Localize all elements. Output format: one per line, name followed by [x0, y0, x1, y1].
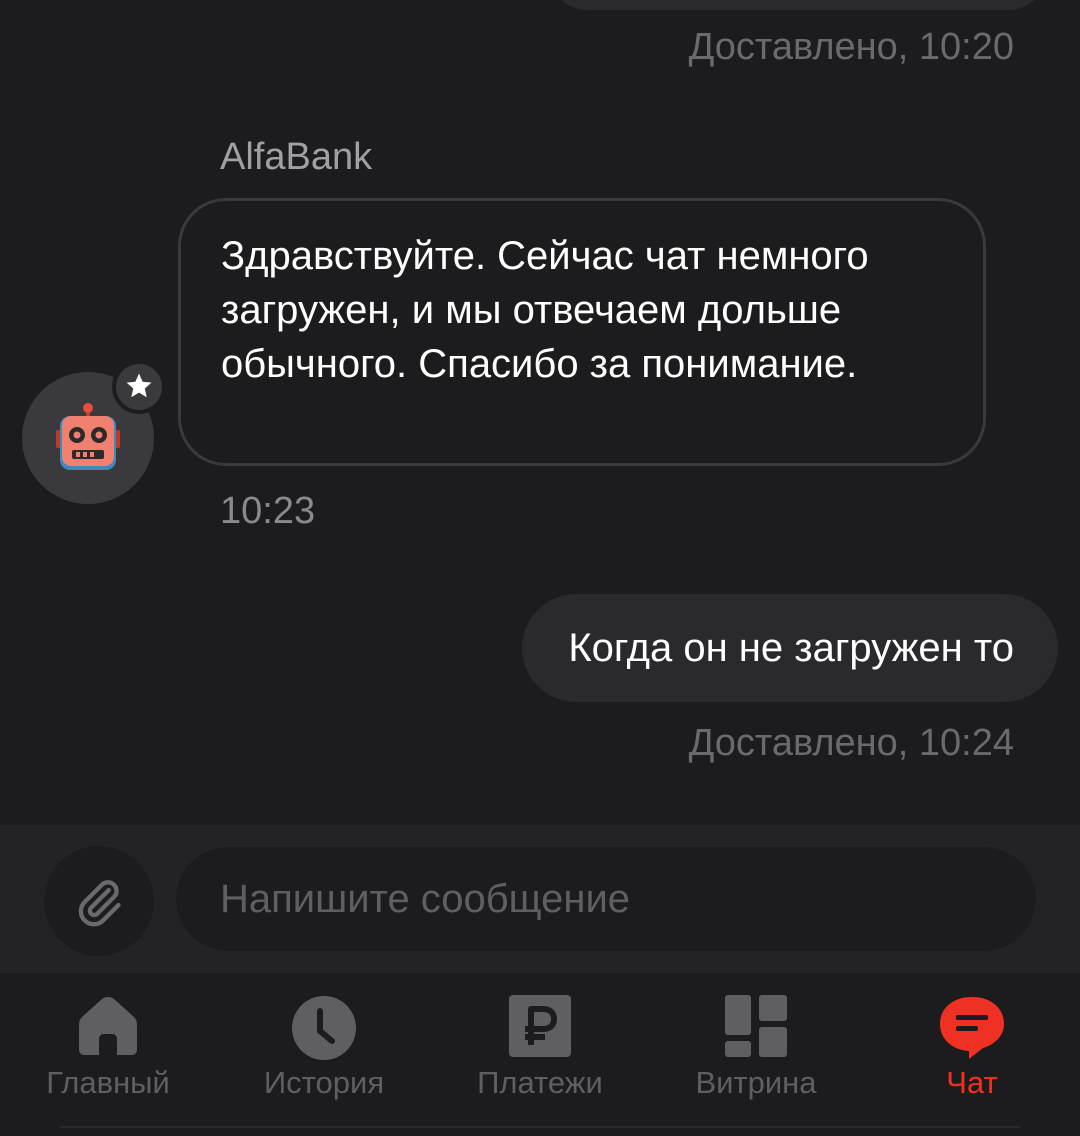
ruble-icon	[509, 995, 571, 1057]
tab-chat[interactable]: Чат	[864, 973, 1080, 1123]
incoming-message-bubble: Здравствуйте. Сейчас чат немного загруже…	[178, 198, 986, 466]
incoming-message-time: 10:23	[220, 490, 316, 532]
incoming-message-text: Здравствуйте. Сейчас чат немного загруже…	[221, 234, 869, 386]
sender-name: AlfaBank	[220, 136, 373, 178]
outgoing-message-text: Когда он не загружен то	[568, 625, 1014, 670]
clock-icon	[292, 996, 356, 1060]
showcase-icon	[725, 995, 787, 1057]
star-badge	[112, 360, 166, 414]
attach-button[interactable]	[44, 846, 154, 956]
previous-message-bubble	[548, 0, 1048, 10]
star-icon	[126, 373, 152, 398]
home-icon	[79, 997, 137, 1055]
outgoing-message-bubble: Когда он не загружен то	[522, 594, 1058, 702]
tab-history[interactable]: История	[216, 973, 432, 1123]
tab-label: Витрина	[695, 1065, 817, 1100]
message-composer	[0, 825, 1080, 973]
message-input[interactable]	[176, 847, 1036, 951]
message-status: Доставлено, 10:24	[688, 722, 1014, 764]
tab-label: Чат	[946, 1065, 998, 1100]
chat-icon	[940, 997, 1004, 1059]
home-indicator	[60, 1126, 1020, 1128]
tab-home[interactable]: Главный	[0, 973, 216, 1123]
tab-label: История	[263, 1065, 385, 1100]
paperclip-icon	[78, 880, 121, 927]
robot-icon	[56, 403, 120, 470]
tab-label: Главный	[46, 1065, 170, 1100]
bottom-tab-bar: Главный История Платежи Витрина Чат	[0, 973, 1080, 1136]
message-status: Доставлено, 10:20	[688, 26, 1014, 68]
tab-showcase[interactable]: Витрина	[648, 973, 864, 1123]
tab-label: Платежи	[477, 1065, 603, 1100]
chat-area[interactable]: Доставлено, 10:20 AlfaBank Здравствуйте.…	[0, 0, 1080, 825]
tab-payments[interactable]: Платежи	[432, 973, 648, 1123]
